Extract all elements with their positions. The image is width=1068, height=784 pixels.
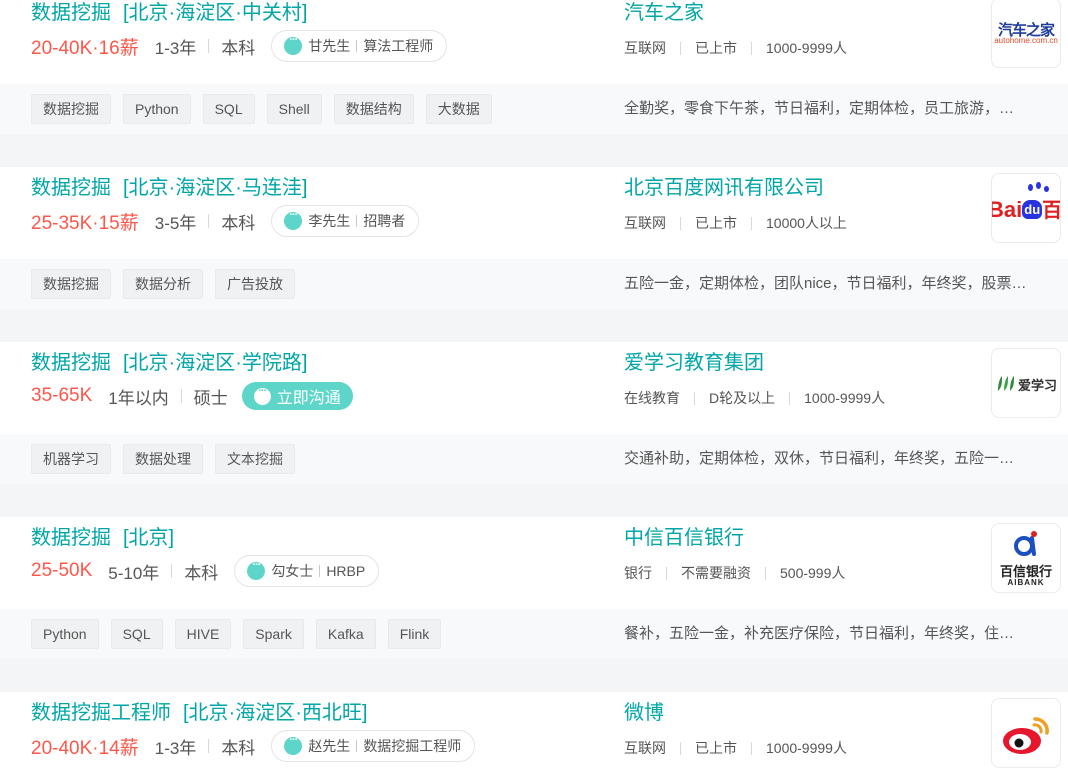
company-tags: 银行 不需要融资 500-999人 (624, 565, 846, 581)
company-tags: 互联网 已上市 1000-9999人 (624, 740, 847, 756)
recruiter-name: 勾女士 (271, 563, 314, 579)
degree: 本科 (184, 563, 219, 583)
experience: 5-10年 (108, 563, 160, 583)
skill-tag: 数据挖掘 (31, 269, 111, 299)
salary: 35-65K (31, 385, 93, 406)
divider (180, 389, 182, 403)
recruiter-role: 招聘者 (363, 213, 406, 229)
job-title-link[interactable]: 数据挖掘 [北京·海淀区·学院路] (31, 350, 307, 376)
skill-tags: 数据挖掘 数据分析 广告投放 (31, 269, 307, 299)
skill-tag: 数据处理 (123, 444, 203, 474)
job-card[interactable]: 数据挖掘[北京·海淀区·学院路] 35-65K 1年以内 硕士 立即沟通 爱学习… (0, 342, 1068, 484)
salary: 20-40K·16薪 (31, 37, 139, 59)
recruiter-name: 李先生 (308, 213, 351, 229)
skill-tags: 机器学习 数据处理 文本挖掘 (31, 444, 307, 474)
skill-tag: SQL (110, 619, 163, 649)
weibo-icon (1003, 717, 1049, 754)
job-title-link[interactable]: 数据挖掘 [北京·海淀区·中关村] (31, 0, 307, 26)
welfare-text: 交通补助，定期体检，双休，节日福利，年终奖，五险一… (624, 450, 1015, 467)
skill-tag: 数据分析 (123, 269, 203, 299)
chat-icon (247, 559, 266, 580)
skill-tags: 数据挖掘 Python SQL Shell 数据结构 大数据 (31, 94, 504, 124)
job-card[interactable]: 数据挖掘[北京] 25-50K 5-10年 本科 勾女士 HRBP 中信百信银行… (0, 517, 1068, 659)
skill-tag: Python (31, 619, 99, 649)
company-logo-weibo[interactable] (991, 698, 1061, 768)
chat-now-button[interactable]: 立即沟通 (241, 382, 353, 410)
divider (208, 214, 210, 228)
job-list-page: { "jobs": [ { "title": "数据挖掘", "area": "… (0, 0, 1068, 784)
chat-icon (253, 385, 271, 405)
skill-tag: Spark (243, 619, 304, 649)
recruiter-name: 甘先生 (308, 38, 351, 54)
company-tags: 互联网 已上市 1000-9999人 (624, 40, 847, 56)
divider (208, 39, 210, 53)
skill-tag: Python (123, 94, 191, 124)
company-name-link[interactable]: 中信百信银行 (624, 525, 744, 551)
skill-tag: HIVE (174, 619, 232, 649)
chat-icon (284, 734, 303, 755)
experience: 3-5年 (154, 213, 197, 233)
welfare-text: 餐补，五险一金，补充医疗保险，节日福利，年终奖，住… (624, 625, 1015, 642)
skill-tag: Flink (387, 619, 442, 649)
skill-tag: Shell (266, 94, 322, 124)
company-tags: 在线教育 D轮及以上 1000-9999人 (624, 390, 886, 406)
company-name-link[interactable]: 北京百度网讯有限公司 (624, 175, 824, 201)
degree: 硕士 (193, 388, 228, 408)
recruiter-role: 数据挖掘工程师 (363, 738, 462, 754)
divider (171, 564, 173, 578)
recruiter-role: 算法工程师 (363, 38, 434, 54)
recruiter-chip[interactable]: 勾女士 HRBP (234, 555, 380, 587)
skill-tag: 大数据 (425, 94, 492, 124)
skill-tag: 机器学习 (31, 444, 111, 474)
company-name-link[interactable]: 微博 (624, 700, 664, 726)
recruiter-role: HRBP (326, 563, 366, 579)
skill-tag: 文本挖掘 (215, 444, 295, 474)
company-logo-aibank[interactable]: 百信银行 AIBANK (991, 523, 1061, 593)
welfare-text: 全勤奖，零食下午茶，节日福利，定期体检，员工旅游，… (624, 100, 1015, 117)
skill-tags: Python SQL HIVE Spark Kafka Flink (31, 619, 453, 649)
job-card[interactable]: 数据挖掘[北京·海淀区·马连洼] 25-35K·15薪 3-5年 本科 李先生 … (0, 167, 1068, 309)
leaf-icon (998, 376, 1014, 391)
welfare-text: 五险一金，定期体检，团队nice，节日福利，年终奖，股票… (624, 275, 1027, 292)
company-logo-baidu[interactable]: Bai du 百 (991, 173, 1061, 243)
experience: 1-3年 (154, 38, 197, 58)
degree: 本科 (221, 213, 256, 233)
experience: 1-3年 (154, 738, 197, 758)
recruiter-name: 赵先生 (308, 738, 351, 754)
salary: 25-35K·15薪 (31, 212, 139, 234)
chat-icon (284, 34, 303, 55)
company-name-link[interactable]: 爱学习教育集团 (624, 350, 764, 376)
company-name-link[interactable]: 汽车之家 (624, 0, 704, 26)
skill-tag: SQL (202, 94, 255, 124)
job-card[interactable]: 数据挖掘[北京·海淀区·中关村] 20-40K·16薪 1-3年 本科 甘先生 … (0, 0, 1068, 134)
recruiter-chip[interactable]: 李先生 招聘者 (271, 205, 420, 237)
aibank-mark-icon (1014, 531, 1037, 556)
skill-tag: Kafka (315, 619, 376, 649)
skill-tag: 数据挖掘 (31, 94, 111, 124)
recruiter-chip[interactable]: 赵先生 数据挖掘工程师 (271, 730, 476, 762)
skill-tag: 广告投放 (215, 269, 295, 299)
job-title-link[interactable]: 数据挖掘 [北京·海淀区·马连洼] (31, 175, 307, 201)
chat-icon (284, 209, 303, 230)
company-logo-aixuexi[interactable]: 爱学习 (991, 348, 1061, 418)
company-logo-autohome[interactable]: 汽车之家 autohome.com.cn (991, 0, 1061, 68)
degree: 本科 (221, 738, 256, 758)
company-tags: 互联网 已上市 10000人以上 (624, 215, 847, 231)
salary: 25-50K (31, 560, 93, 581)
job-title-link[interactable]: 数据挖掘工程师 [北京·海淀区·西北旺] (31, 700, 367, 726)
job-card[interactable]: 数据挖掘工程师[北京·海淀区·西北旺] 20-40K·14薪 1-3年 本科 赵… (0, 692, 1068, 784)
salary: 20-40K·14薪 (31, 737, 139, 759)
skill-tag: 数据结构 (333, 94, 414, 124)
experience: 1年以内 (108, 388, 169, 408)
job-title-link[interactable]: 数据挖掘 [北京] (31, 525, 174, 551)
recruiter-chip[interactable]: 甘先生 算法工程师 (271, 30, 448, 62)
degree: 本科 (221, 38, 256, 58)
divider (208, 739, 210, 753)
